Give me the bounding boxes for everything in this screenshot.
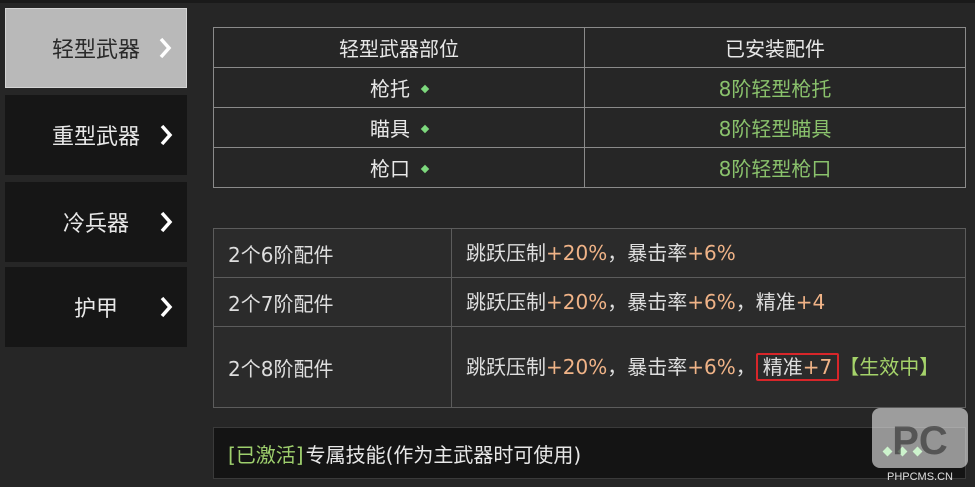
separator: ， [607,355,628,379]
stat-label: 跳跃压制 [466,290,546,314]
table-row: 2个6阶配件 跳跃压制+20%，暴击率+6% [213,228,966,278]
stat-value: +6% [687,290,736,314]
table-row[interactable]: 枪口 8阶轻型枪口 [213,147,966,188]
bonus-condition: 2个7阶配件 [213,277,452,327]
activated-tag: [已激活] [228,442,304,467]
stat-value: +20% [546,241,608,265]
bonus-condition: 2个6阶配件 [213,228,452,278]
chevron-right-icon [160,211,173,233]
chevron-right-icon [159,37,172,59]
sidebar-item-label: 冷兵器 [62,212,129,237]
bonus-condition: 2个8阶配件 [213,326,452,408]
slot-cell: 枪托 [213,67,585,108]
diamond-icon [420,84,430,93]
stat-value: +20% [546,355,608,379]
column-header-slot: 轻型武器部位 [213,27,585,68]
sidebar-item-armor[interactable]: 护甲 [5,267,187,347]
table-row[interactable]: 瞄具 8阶轻型瞄具 [213,107,966,148]
highlighted-stat: 精准+7 [755,353,840,381]
parts-table: 轻型武器部位 已安装配件 枪托 8阶轻型枪托 瞄具 8阶轻型瞄具 枪口 8阶轻型… [213,27,966,188]
diamond-icon [420,164,430,173]
stat-label: 暴击率 [627,355,688,379]
chevron-right-icon [160,124,173,146]
slot-name: 枪托 [370,77,410,101]
slot-cell: 瞄具 [213,107,585,148]
set-bonus-table: 2个6阶配件 跳跃压制+20%，暴击率+6% 2个7阶配件 跳跃压制+20%，暴… [213,228,966,408]
separator: ， [735,290,756,314]
slot-name: 瞄具 [370,117,410,141]
stat-value: +6% [687,355,736,379]
sidebar-item-label: 重型武器 [51,125,140,150]
table-row: 2个7阶配件 跳跃压制+20%，暴击率+6%，精准+4 [213,277,966,327]
skill-description: 专属技能(作为主武器时可使用) [305,442,582,467]
stat-label: 暴击率 [627,290,688,314]
table-row[interactable]: 枪托 8阶轻型枪托 [213,67,966,108]
diamond-icon [420,124,430,133]
stat-value: +6% [687,241,736,265]
separator: ， [735,355,756,379]
svg-text:PHPCMS.CN: PHPCMS.CN [887,471,953,483]
svg-text:PC: PC [892,419,948,463]
installed-part: 8阶轻型枪托 [584,67,966,108]
stat-value: +7 [802,355,833,379]
separator: ， [607,241,628,265]
installed-part: 8阶轻型瞄具 [584,107,966,148]
stat-label: 暴击率 [627,241,688,265]
slot-cell: 枪口 [213,147,585,188]
bonus-effects: 跳跃压制+20%，暴击率+6%，精准+4 [451,277,966,327]
phpcms-watermark-logo: PC PHPCMS.CN [872,408,968,483]
sidebar-item-light-weapons[interactable]: 轻型武器 [5,8,187,88]
slot-name: 枪口 [370,157,410,181]
sidebar-item-label: 轻型武器 [51,38,140,63]
exclusive-skill-bar[interactable]: [已激活] 专属技能(作为主武器时可使用) [213,427,966,479]
table-header-row: 轻型武器部位 已安装配件 [213,27,966,68]
stat-label: 跳跃压制 [466,355,546,379]
bonus-effects: 跳跃压制+20%，暴击率+6% [451,228,966,278]
column-header-installed: 已安装配件 [584,27,966,68]
stat-label: 跳跃压制 [466,241,546,265]
sidebar-item-label: 护甲 [73,297,118,322]
sidebar-item-melee[interactable]: 冷兵器 [5,182,187,262]
stat-value: +20% [546,290,608,314]
top-divider [0,0,975,3]
separator: ， [607,290,628,314]
sidebar-item-heavy-weapons[interactable]: 重型武器 [5,95,187,175]
installed-part: 8阶轻型枪口 [584,147,966,188]
stat-label: 精准 [762,355,803,379]
stat-label: 精准 [755,290,796,314]
chevron-right-icon [160,296,173,318]
stat-value: +4 [795,290,826,314]
bonus-effects: 跳跃压制+20%，暴击率+6%， 精准+7 【生效中】 [451,326,966,408]
table-row: 2个8阶配件 跳跃压制+20%，暴击率+6%， 精准+7 【生效中】 [213,326,966,408]
active-status: 【生效中】 [839,355,940,379]
